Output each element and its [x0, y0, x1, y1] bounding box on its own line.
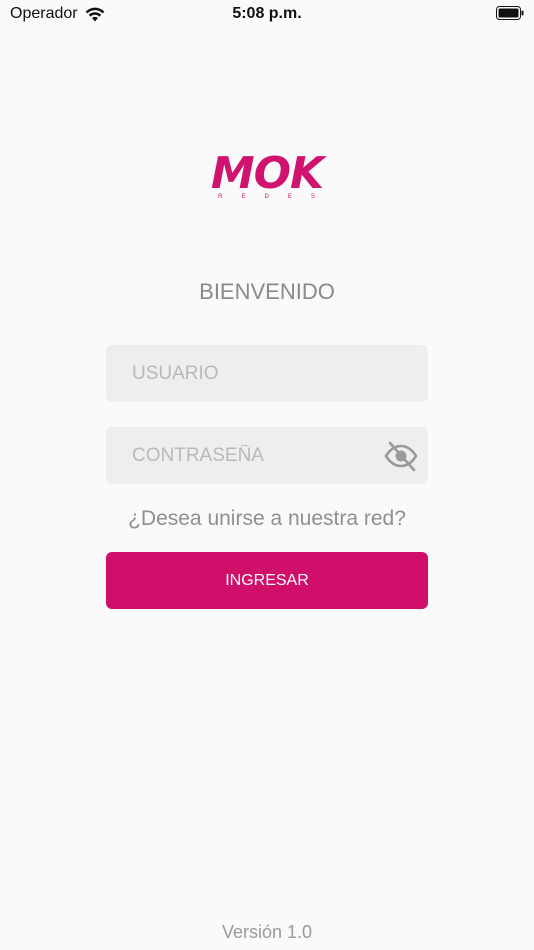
welcome-title: BIENVENIDO [199, 279, 335, 304]
version-label: Versión 1.0 [221, 922, 313, 942]
password-input[interactable] [106, 427, 428, 484]
join-network-link[interactable]: ¿Desea unirse a nuestra red? [0, 507, 534, 531]
login-button[interactable]: INGRESAR [106, 552, 428, 609]
username-field-container [106, 345, 428, 402]
status-bar: Operador 5:08 p.m. [0, 0, 534, 30]
login-button-label: INGRESAR [225, 571, 309, 589]
logo-subtitle: REDES [218, 194, 334, 200]
battery-icon [496, 6, 524, 20]
eye-slash-icon[interactable] [384, 439, 418, 473]
mok-logo: MOK REDES [0, 148, 534, 201]
username-input[interactable] [106, 345, 428, 402]
logo-wordmark: MOK [210, 148, 324, 199]
status-time: 5:08 p.m. [232, 5, 302, 22]
password-field-container [106, 427, 428, 484]
